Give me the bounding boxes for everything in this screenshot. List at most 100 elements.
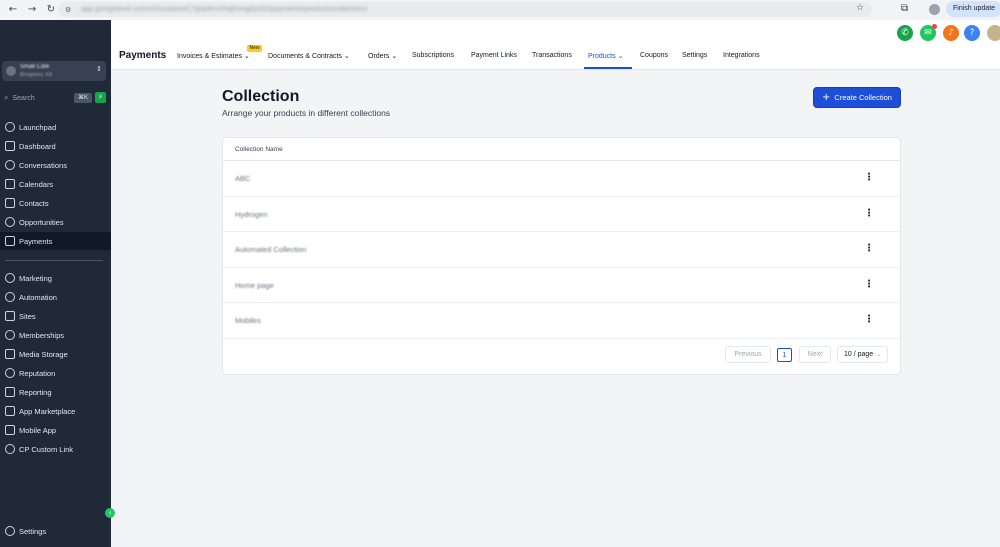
plus-icon: + xyxy=(822,92,831,103)
rocket-icon xyxy=(5,122,15,132)
calendar-icon xyxy=(5,179,15,189)
grid-icon xyxy=(5,141,15,151)
tab-orders[interactable]: Orders ⌄ xyxy=(368,52,397,60)
url-text: app.gohighlevel.com/v2/location/C7qIaeKm… xyxy=(81,6,368,13)
collection-name: Mobiles xyxy=(235,316,261,325)
sidebar-item-label: CP Custom Link xyxy=(19,444,74,454)
bookmark-star-icon[interactable]: ☆ xyxy=(856,3,864,13)
user-avatar[interactable] xyxy=(987,25,1000,41)
page-number-1[interactable]: 1 xyxy=(777,348,792,362)
search-input[interactable]: Search xyxy=(12,95,34,102)
collection-name: ABC xyxy=(235,174,251,183)
sidebar-item-label: Memberships xyxy=(19,330,65,340)
tab-products[interactable]: Products ⌄ xyxy=(588,52,623,60)
sidebar-item-launchpad[interactable]: Launchpad xyxy=(0,118,111,136)
sidebar-item-contacts[interactable]: Contacts xyxy=(0,194,111,212)
back-icon[interactable]: ← xyxy=(7,4,19,16)
table-row[interactable]: Hydrogen ⋮ xyxy=(223,197,900,232)
more-options-icon[interactable]: ⋮ xyxy=(863,279,875,291)
extensions-icon[interactable]: ⧉ xyxy=(901,3,908,14)
tab-settings[interactable]: Settings xyxy=(682,52,707,59)
more-options-icon[interactable]: ⋮ xyxy=(863,314,875,326)
top-header: ✆ ✉ ♪ ? Payments New Invoices & Estimate… xyxy=(111,20,1000,70)
sidebar-item-marketing[interactable]: Marketing xyxy=(0,269,111,287)
create-collection-button[interactable]: + Create Collection xyxy=(813,87,901,108)
sidebar-item-calendars[interactable]: Calendars xyxy=(0,175,111,193)
finish-update-button[interactable]: Finish update xyxy=(946,1,1000,17)
help-icon[interactable]: ? xyxy=(964,25,980,41)
sidebar-search[interactable]: ⌕ Search ⌘K ⚡ xyxy=(2,91,106,105)
chevron-updown-icon: ⇕ xyxy=(96,65,102,73)
sidebar-item-automation[interactable]: Automation xyxy=(0,288,111,306)
table-row[interactable]: Mobiles ⋮ xyxy=(223,303,900,339)
automation-icon xyxy=(5,292,15,302)
search-icon: ⌕ xyxy=(4,93,9,102)
sidebar-item-label: Dashboard xyxy=(19,141,56,151)
receipt-icon xyxy=(5,236,15,246)
table-row[interactable]: Home page ⋮ xyxy=(223,268,900,303)
tab-documents-contracts[interactable]: Documents & Contracts ⌄ xyxy=(268,52,350,60)
sidebar-item-reporting[interactable]: Reporting xyxy=(0,383,111,401)
site-info-icon[interactable]: ⚙ xyxy=(65,6,75,14)
account-switcher[interactable]: Small Cafe Bengaluru, KA ⇕ xyxy=(2,61,106,81)
tab-subscriptions[interactable]: Subscriptions xyxy=(412,52,454,59)
sidebar-item-settings[interactable]: Settings xyxy=(0,522,111,540)
megaphone-icon[interactable]: ✉ xyxy=(920,24,937,41)
sidebar-item-label: Sites xyxy=(19,311,36,321)
more-options-icon[interactable]: ⋮ xyxy=(863,172,875,184)
image-icon xyxy=(5,349,15,359)
sidebar-item-label: Conversations xyxy=(19,160,67,170)
sidebar-item-label: Marketing xyxy=(19,273,52,283)
table-row[interactable]: ABC ⋮ xyxy=(223,161,900,197)
previous-page-button[interactable]: Previous xyxy=(725,346,771,363)
sidebar-divider xyxy=(5,260,103,261)
more-options-icon[interactable]: ⋮ xyxy=(863,243,875,255)
phone-icon[interactable]: ✆ xyxy=(897,25,913,41)
collections-table: Collection Name ABC ⋮ Hydrogen ⋮ Automat… xyxy=(222,137,901,375)
tab-invoices-estimates[interactable]: Invoices & Estimates ⌄ xyxy=(177,52,250,60)
address-bar[interactable]: ⚙ app.gohighlevel.com/v2/location/C7qIae… xyxy=(58,2,872,17)
sidebar-item-opportunities[interactable]: Opportunities xyxy=(0,213,111,231)
sidebar-item-label: App Marketplace xyxy=(19,406,76,416)
account-avatar xyxy=(6,66,16,76)
collection-name: Hydrogen xyxy=(235,209,268,219)
table-header: Collection Name xyxy=(223,138,900,161)
shortcut-badge: ⌘K xyxy=(74,93,92,103)
sidebar-item-reputation[interactable]: Reputation xyxy=(0,364,111,382)
browser-toolbar: ← → ↻ ⚙ app.gohighlevel.com/v2/location/… xyxy=(0,0,1000,20)
trend-icon xyxy=(5,387,15,397)
sidebar-item-memberships[interactable]: Memberships xyxy=(0,326,111,344)
profile-avatar[interactable] xyxy=(929,4,940,15)
page-title: Payments xyxy=(119,50,167,61)
quick-action-icon[interactable]: ⚡ xyxy=(95,92,106,103)
next-page-button[interactable]: Next xyxy=(799,346,831,363)
contact-card-icon xyxy=(5,198,15,208)
reload-icon[interactable]: ↻ xyxy=(45,4,57,16)
sidebar-item-app-marketplace[interactable]: App Marketplace xyxy=(0,402,111,420)
page-size-select[interactable]: 10 / page ⌄ xyxy=(837,346,888,363)
sidebar-item-media-storage[interactable]: Media Storage xyxy=(0,345,111,363)
sidebar-item-label: Calendars xyxy=(19,179,54,189)
tab-coupons[interactable]: Coupons xyxy=(640,52,668,59)
new-badge: New xyxy=(247,45,262,52)
gear-icon xyxy=(5,526,15,536)
more-options-icon[interactable]: ⋮ xyxy=(863,208,875,220)
column-header-collection-name: Collection Name xyxy=(235,146,283,153)
create-collection-label: Create Collection xyxy=(834,93,892,102)
sidebar-item-sites[interactable]: Sites xyxy=(0,307,111,325)
forward-icon[interactable]: → xyxy=(26,4,38,16)
sidebar-item-dashboard[interactable]: Dashboard xyxy=(0,137,111,155)
table-row[interactable]: Automated Collection ⋮ xyxy=(223,232,900,268)
chevron-down-icon: ⌄ xyxy=(876,351,882,358)
tab-integrations[interactable]: Integrations xyxy=(723,52,760,59)
sidebar-item-payments[interactable]: Payments xyxy=(0,232,111,250)
tab-transactions[interactable]: Transactions xyxy=(532,52,572,59)
sidebar-item-cp-custom-link[interactable]: CP Custom Link xyxy=(0,440,111,458)
sidebar-item-label: Launchpad xyxy=(19,122,57,132)
sidebar-item-conversations[interactable]: Conversations xyxy=(0,156,111,174)
bell-icon[interactable]: ♪ xyxy=(943,25,959,41)
sidebar-item-mobile-app[interactable]: Mobile App xyxy=(0,421,111,439)
tab-payment-links[interactable]: Payment Links xyxy=(471,52,517,59)
sidebar-collapse-button[interactable]: ‹ xyxy=(105,508,115,518)
collection-name: Automated Collection xyxy=(235,245,307,254)
